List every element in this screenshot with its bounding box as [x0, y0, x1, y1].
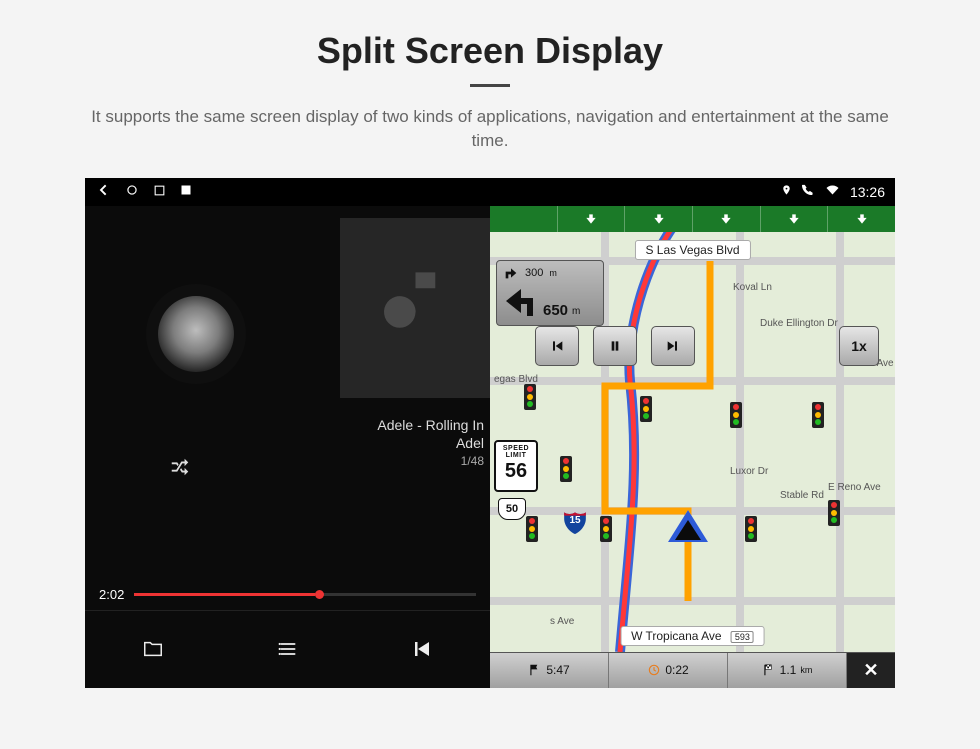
arrow-down-icon	[855, 212, 869, 226]
nav-footer: 5:47 0:22 1.1 km ✕	[490, 652, 895, 688]
home-icon[interactable]	[125, 183, 139, 200]
turn-right-small-icon	[503, 265, 519, 281]
lane-slot	[693, 206, 761, 232]
arrow-down-icon	[584, 212, 598, 226]
lane-slot	[761, 206, 829, 232]
traffic-light-icon	[745, 516, 757, 542]
current-road-name: S Las Vegas Blvd	[634, 240, 750, 260]
main-turn-distance: 650	[543, 302, 568, 319]
sim-next-button[interactable]	[651, 326, 695, 366]
title-underline	[470, 84, 510, 87]
vehicle-position-icon	[668, 510, 708, 542]
lane-slot	[558, 206, 626, 232]
track-index: 1/48	[377, 453, 484, 469]
next-turn-unit: m	[549, 268, 557, 278]
speed-limit-label: SPEED	[496, 445, 536, 452]
arrow-down-icon	[652, 212, 666, 226]
sim-pause-button[interactable]	[593, 326, 637, 366]
device-frame: 13:26 Adele - Rolling In Adel 1/48 2	[85, 178, 895, 688]
previous-track-button[interactable]	[410, 636, 436, 662]
seek-bar[interactable]	[134, 593, 476, 596]
main-turn-unit: m	[572, 306, 580, 317]
screenshot-icon[interactable]	[180, 184, 192, 199]
traffic-light-icon	[730, 402, 742, 428]
playlist-button[interactable]	[275, 636, 301, 662]
music-note-icon	[368, 258, 463, 358]
street-label: s Ave	[550, 616, 574, 627]
distance-cell[interactable]: 1.1 km	[728, 653, 847, 688]
sim-playback-controls: 1x	[535, 326, 879, 366]
jog-dial[interactable]	[158, 296, 234, 372]
traffic-light-icon	[526, 516, 538, 542]
lane-slot	[625, 206, 693, 232]
shuffle-button[interactable]	[167, 456, 193, 483]
nav-pane: Koval Ln Duke Ellington Dr Luxor Dr Stab…	[490, 178, 895, 688]
speed-limit-sign: SPEED LIMIT 56	[494, 440, 538, 492]
sim-prev-button[interactable]	[535, 326, 579, 366]
destination-flag-icon	[762, 663, 776, 677]
time-remaining-cell[interactable]: 0:22	[609, 653, 728, 688]
next-road-name: W Tropicana Ave 593	[620, 626, 765, 646]
recent-apps-icon[interactable]	[153, 184, 166, 200]
status-bar: 13:26	[85, 178, 895, 206]
traffic-light-icon	[828, 500, 840, 526]
location-icon	[781, 183, 792, 200]
next-turn-distance: 300	[525, 267, 543, 279]
album-art-placeholder	[340, 218, 490, 398]
status-clock: 13:26	[850, 184, 885, 200]
road-number-badge: 593	[731, 631, 754, 643]
folder-button[interactable]	[140, 636, 166, 662]
street-label: Stable Rd	[780, 490, 824, 501]
arrow-down-icon	[719, 212, 733, 226]
flag-icon	[528, 663, 542, 677]
speed-limit-label: LIMIT	[496, 452, 536, 459]
elapsed-time: 2:02	[99, 587, 124, 602]
sim-speed-button[interactable]: 1x	[839, 326, 879, 366]
traffic-light-icon	[524, 384, 536, 410]
back-icon[interactable]	[95, 182, 111, 201]
us-route-shield: 50	[498, 498, 526, 520]
speed-limit-value: 56	[496, 461, 536, 481]
phone-icon	[802, 184, 815, 200]
page-title: Split Screen Display	[0, 30, 980, 72]
interstate-shield: 15	[562, 508, 588, 534]
traffic-light-icon	[560, 456, 572, 482]
street-label: E Reno Ave	[828, 482, 881, 493]
traffic-light-icon	[640, 396, 652, 422]
page-description: It supports the same screen display of t…	[80, 105, 900, 153]
interstate-number: 15	[569, 515, 580, 526]
traffic-light-icon	[600, 516, 612, 542]
turn-left-icon	[503, 283, 539, 319]
wifi-icon	[825, 184, 840, 199]
street-label: Luxor Dr	[730, 466, 768, 477]
clock-icon	[647, 663, 661, 677]
arrow-down-icon	[787, 212, 801, 226]
turn-instruction-panel[interactable]: 300 m 650 m	[496, 260, 604, 326]
street-label: Koval Ln	[733, 282, 772, 293]
lane-guidance-bar	[490, 206, 895, 232]
eta-cell[interactable]: 5:47	[490, 653, 609, 688]
music-pane: Adele - Rolling In Adel 1/48 2:02	[85, 178, 490, 688]
traffic-light-icon	[812, 402, 824, 428]
track-artist: Adel	[377, 434, 484, 453]
lane-slot	[490, 206, 558, 232]
lane-slot	[828, 206, 895, 232]
close-icon: ✕	[863, 660, 878, 681]
close-nav-button[interactable]: ✕	[847, 653, 895, 688]
street-label: egas Blvd	[494, 374, 538, 385]
track-title: Adele - Rolling In	[377, 416, 484, 435]
